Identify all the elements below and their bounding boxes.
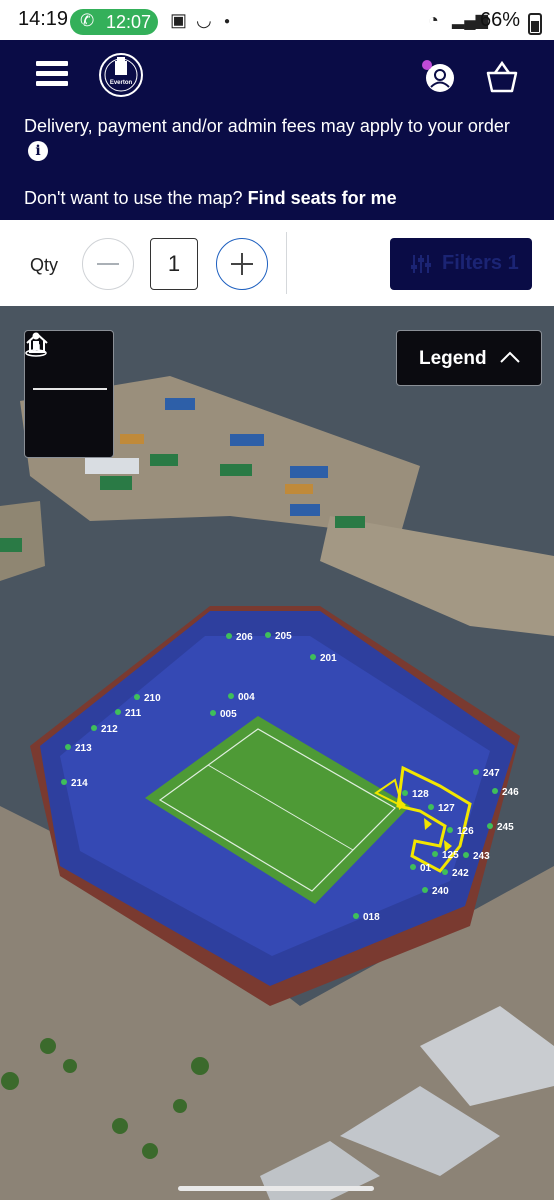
legend-button[interactable]: Legend	[396, 330, 542, 386]
increase-qty-button[interactable]	[216, 238, 268, 290]
map-prompt: Don't want to use the map? Find seats fo…	[24, 188, 397, 209]
crest-wordmark: Everton	[110, 80, 133, 86]
battery-percentage: 66%	[479, 9, 520, 31]
battery-icon	[528, 13, 542, 35]
fees-notice: Delivery, payment and/or admin fees may …	[24, 116, 510, 136]
sliders-icon	[411, 255, 431, 273]
section-005[interactable]: 005	[210, 709, 237, 720]
section-212[interactable]: 212	[91, 724, 118, 735]
section-018[interactable]: 018	[353, 912, 380, 923]
section-127[interactable]: 127	[428, 803, 455, 814]
notification-icon: ◡	[196, 10, 212, 30]
section-243[interactable]: 243	[463, 851, 490, 862]
gallery-icon: ▣	[170, 10, 188, 30]
phone-icon: ✆	[80, 11, 95, 30]
account-icon[interactable]	[422, 60, 456, 94]
filters-label: Filters 1	[442, 252, 519, 274]
section-205[interactable]: 205	[265, 631, 292, 642]
view-controls	[24, 330, 114, 458]
legend-label: Legend	[419, 348, 487, 369]
home-indicator[interactable]	[178, 1186, 374, 1191]
ticket-controls: Qty 1 Filters 1	[0, 220, 554, 306]
section-004[interactable]: 004	[228, 692, 255, 703]
section-206[interactable]: 206	[226, 632, 253, 643]
menu-icon[interactable]	[36, 61, 68, 87]
section-125[interactable]: 125	[432, 850, 459, 861]
section-245[interactable]: 245	[487, 822, 514, 833]
qty-label: Qty	[30, 255, 59, 275]
section-242[interactable]: 242	[442, 868, 469, 879]
qty-value[interactable]: 1	[150, 238, 198, 290]
section-246[interactable]: 246	[492, 787, 519, 798]
status-bar: 14:19 ✆ 12:07 ▣ ◡ ● ◔ ▂▄▆ 66%	[0, 0, 554, 40]
section-214[interactable]: 214	[61, 778, 88, 789]
info-icon[interactable]: i	[28, 141, 48, 161]
wifi-icon: ◔	[428, 10, 439, 30]
view-divider	[33, 388, 107, 390]
everton-crest-logo[interactable]: Everton	[98, 52, 144, 98]
chevron-up-icon	[500, 351, 520, 363]
find-seats-link[interactable]: Find seats for me	[248, 188, 397, 208]
stadium-map[interactable]: Legend 206 205 201 210 004 211 005 212 2…	[0, 306, 554, 1200]
section-213[interactable]: 213	[65, 743, 92, 754]
section-128[interactable]: 128	[402, 789, 429, 800]
ongoing-call-chip[interactable]: ✆ 12:07	[70, 9, 158, 35]
section-201[interactable]: 201	[310, 653, 337, 664]
divider	[286, 232, 287, 294]
filters-button[interactable]: Filters 1	[390, 238, 532, 290]
section-126[interactable]: 126	[447, 826, 474, 837]
site-header: Everton Delivery, payment and/or admin f…	[0, 40, 554, 220]
section-240[interactable]: 240	[422, 886, 449, 897]
section-210[interactable]: 210	[134, 693, 161, 704]
home-icon[interactable]	[25, 331, 49, 355]
section-211[interactable]: 211	[115, 708, 141, 719]
call-duration: 12:07	[106, 12, 152, 32]
status-time: 14:19	[18, 8, 69, 30]
dot-icon: ●	[224, 16, 231, 27]
section-247[interactable]: 247	[473, 768, 500, 779]
section-01[interactable]: 01	[410, 863, 431, 874]
map-prompt-text: Don't want to use the map?	[24, 188, 243, 208]
basket-icon[interactable]	[484, 60, 520, 94]
decrease-qty-button[interactable]	[82, 238, 134, 290]
